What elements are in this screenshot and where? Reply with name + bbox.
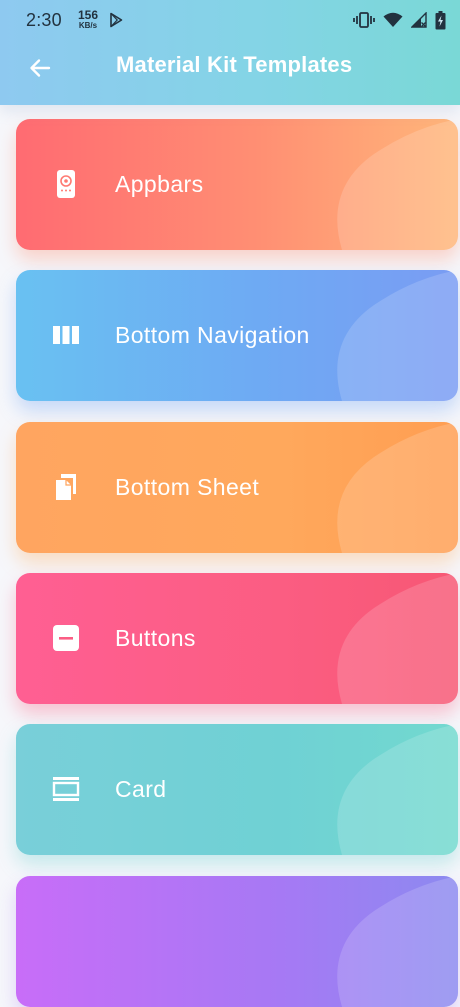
card-label: Bottom Navigation — [115, 322, 310, 348]
decorative-wave — [337, 270, 458, 401]
page-title: Material Kit Templates — [116, 52, 353, 77]
network-speed-unit: KB/s — [78, 21, 98, 30]
top-bar: 2:30 156 KB/s Material Kit Templates — [0, 0, 460, 105]
status-icons — [353, 10, 446, 30]
status-time: 2:30 — [26, 10, 62, 30]
copy-pages-icon — [51, 472, 81, 502]
view-column-icon — [51, 320, 81, 350]
decorative-wave — [337, 422, 458, 553]
vibrate-icon — [353, 11, 375, 29]
card-icon — [51, 774, 81, 804]
card-partial[interactable] — [16, 876, 458, 1007]
card-label: Bottom Sheet — [115, 474, 260, 500]
card-label: Card — [115, 776, 167, 802]
app-bar: Material Kit Templates — [0, 40, 460, 96]
network-speed-value: 156 — [77, 8, 99, 22]
card-bottom-sheet[interactable]: Bottom Sheet — [16, 422, 458, 553]
back-button[interactable] — [20, 48, 60, 88]
card-bottom-navigation[interactable]: Bottom Navigation — [16, 270, 458, 401]
play-store-icon — [108, 12, 124, 28]
template-list: Appbars Bottom Navigation Bottom Sheet B… — [0, 105, 460, 1007]
card-appbars[interactable]: Appbars — [16, 119, 458, 250]
status-bar: 2:30 156 KB/s — [0, 0, 460, 40]
wifi-icon — [383, 12, 403, 28]
card-card[interactable]: Card — [16, 724, 458, 855]
decorative-wave — [337, 876, 458, 1007]
phone-appbar-icon — [51, 169, 81, 199]
decorative-wave — [337, 573, 458, 704]
decorative-wave — [337, 724, 458, 855]
card-label: Appbars — [115, 171, 204, 197]
network-speed: 156 KB/s — [76, 9, 100, 30]
card-buttons[interactable]: Buttons — [16, 573, 458, 704]
card-label: Buttons — [115, 625, 196, 651]
minus-box-icon — [51, 623, 81, 653]
decorative-wave — [337, 119, 458, 250]
cell-signal-icon — [411, 12, 427, 28]
arrow-back-icon — [30, 59, 51, 77]
battery-icon — [435, 10, 446, 30]
